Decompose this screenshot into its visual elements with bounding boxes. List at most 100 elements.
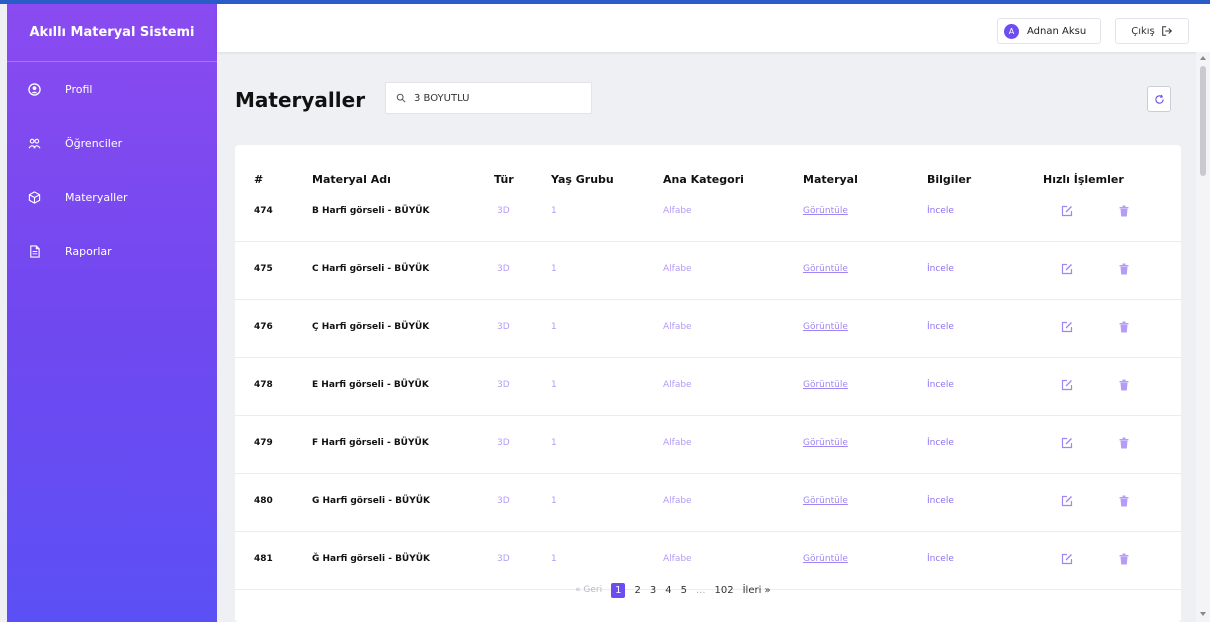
- avatar: A: [1004, 23, 1019, 39]
- delete-icon[interactable]: [1118, 205, 1130, 217]
- inspect-link[interactable]: İncele: [927, 322, 954, 332]
- cell-age-group: 1: [551, 206, 557, 216]
- cell-material-name: G Harfi görseli - BÜYÜK: [312, 496, 431, 506]
- sidebar-item-label: Öğrenciler: [65, 136, 123, 150]
- logout-button[interactable]: Çıkış: [1115, 18, 1189, 44]
- pagination-next[interactable]: İleri »: [743, 585, 771, 596]
- cell-material-name: C Harfi görseli - BÜYÜK: [312, 264, 430, 274]
- delete-icon[interactable]: [1118, 321, 1130, 333]
- sidebar: Akıllı Materyal Sistemi Profil Öğrencile…: [7, 4, 217, 622]
- inspect-link[interactable]: İncele: [927, 554, 954, 564]
- page-title: Materyaller: [235, 88, 366, 112]
- inspect-link[interactable]: İncele: [927, 438, 954, 448]
- scroll-up-arrow-icon[interactable]: [1200, 56, 1206, 60]
- user-circle-icon: [27, 82, 41, 96]
- pagination-ellipsis: ...: [695, 584, 706, 596]
- top-bar: A Adnan Aksu Çıkış: [217, 4, 1210, 52]
- page-scrollbar[interactable]: [1196, 52, 1210, 622]
- edit-icon[interactable]: [1061, 437, 1073, 449]
- pagination-prev[interactable]: « Geri: [575, 585, 602, 595]
- view-material-link[interactable]: Görüntüle: [803, 554, 848, 564]
- view-material-link[interactable]: Görüntüle: [803, 264, 848, 274]
- cell-type: 3D: [497, 206, 510, 216]
- pagination-page-5[interactable]: 5: [681, 585, 687, 596]
- delete-icon[interactable]: [1118, 379, 1130, 391]
- table-row: 474 B Harfi görseli - BÜYÜK 3D 1 Alfabe Görün…: [235, 184, 1181, 242]
- pagination-page-2[interactable]: 2: [634, 585, 640, 596]
- table-row: 479 F Harfi görseli - BÜYÜK 3D 1 Alfabe Görün…: [235, 416, 1181, 474]
- view-material-link[interactable]: Görüntüle: [803, 206, 848, 216]
- search-box[interactable]: [385, 82, 592, 114]
- scroll-down-arrow-icon[interactable]: [1200, 612, 1206, 616]
- table-row: 478 E Harfi görseli - BÜYÜK 3D 1 Alfabe Görün…: [235, 358, 1181, 416]
- inspect-link[interactable]: İncele: [927, 496, 954, 506]
- cell-id: 474: [254, 206, 273, 216]
- edit-icon[interactable]: [1061, 495, 1073, 507]
- view-material-link[interactable]: Görüntüle: [803, 496, 848, 506]
- cell-material-name: Ç Harfi görseli - BÜYÜK: [312, 322, 430, 332]
- cell-id: 475: [254, 264, 273, 274]
- view-material-link[interactable]: Görüntüle: [803, 322, 848, 332]
- refresh-icon: [1154, 94, 1164, 104]
- pagination-page-last[interactable]: 102: [715, 585, 734, 596]
- sidebar-item-materyaller[interactable]: Materyaller: [7, 170, 217, 224]
- pagination-page-1[interactable]: 1: [611, 582, 626, 598]
- cell-type: 3D: [497, 438, 510, 448]
- cell-category: Alfabe: [663, 322, 692, 332]
- cell-age-group: 1: [551, 554, 557, 564]
- cell-category: Alfabe: [663, 438, 692, 448]
- search-input[interactable]: [414, 92, 584, 104]
- cell-type: 3D: [497, 496, 510, 506]
- pagination-page-4[interactable]: 4: [665, 585, 671, 596]
- user-menu-button[interactable]: A Adnan Aksu: [997, 18, 1101, 44]
- document-icon: [27, 244, 41, 258]
- cell-type: 3D: [497, 380, 510, 390]
- sidebar-item-label: Profil: [65, 82, 93, 96]
- cell-id: 476: [254, 322, 273, 332]
- cell-id: 478: [254, 380, 273, 390]
- delete-icon[interactable]: [1118, 263, 1130, 275]
- inspect-link[interactable]: İncele: [927, 380, 954, 390]
- edit-icon[interactable]: [1061, 553, 1073, 565]
- inspect-link[interactable]: İncele: [927, 206, 954, 216]
- cell-type: 3D: [497, 322, 510, 332]
- cell-id: 481: [254, 554, 273, 564]
- cell-id: 480: [254, 496, 273, 506]
- delete-icon[interactable]: [1118, 495, 1130, 507]
- logout-icon: [1161, 26, 1172, 36]
- table-row: 475 C Harfi görseli - BÜYÜK 3D 1 Alfabe Görün…: [235, 242, 1181, 300]
- cell-material-name: F Harfi görseli - BÜYÜK: [312, 438, 429, 448]
- sidebar-item-label: Materyaller: [65, 190, 128, 204]
- edit-icon[interactable]: [1061, 263, 1073, 275]
- view-material-link[interactable]: Görüntüle: [803, 380, 848, 390]
- cell-type: 3D: [497, 554, 510, 564]
- edit-icon[interactable]: [1061, 205, 1073, 217]
- cell-age-group: 1: [551, 496, 557, 506]
- delete-icon[interactable]: [1118, 553, 1130, 565]
- cell-id: 479: [254, 438, 273, 448]
- inspect-link[interactable]: İncele: [927, 264, 954, 274]
- scroll-thumb[interactable]: [1200, 66, 1206, 176]
- cell-category: Alfabe: [663, 206, 692, 216]
- table-row: 476 Ç Harfi görseli - BÜYÜK 3D 1 Alfabe Görün…: [235, 300, 1181, 358]
- pagination: « Geri 1 2 3 4 5 ... 102 İleri »: [575, 582, 780, 598]
- delete-icon[interactable]: [1118, 437, 1130, 449]
- sidebar-item-raporlar[interactable]: Raporlar: [7, 224, 217, 278]
- cell-category: Alfabe: [663, 554, 692, 564]
- sidebar-item-ogrenciler[interactable]: Öğrenciler: [7, 116, 217, 170]
- pagination-page-3[interactable]: 3: [650, 585, 656, 596]
- view-material-link[interactable]: Görüntüle: [803, 438, 848, 448]
- materials-table-card: # Materyal Adı Tür Yaş Grubu Ana Kategor…: [235, 145, 1181, 622]
- app-title[interactable]: Akıllı Materyal Sistemi: [7, 4, 217, 62]
- users-icon: [27, 136, 41, 150]
- cell-age-group: 1: [551, 264, 557, 274]
- sidebar-item-profil[interactable]: Profil: [7, 62, 217, 116]
- edit-icon[interactable]: [1061, 379, 1073, 391]
- cell-age-group: 1: [551, 322, 557, 332]
- cell-age-group: 1: [551, 438, 557, 448]
- edit-icon[interactable]: [1061, 321, 1073, 333]
- table-row: 480 G Harfi görseli - BÜYÜK 3D 1 Alfabe Görün…: [235, 474, 1181, 532]
- cell-age-group: 1: [551, 380, 557, 390]
- refresh-button[interactable]: [1147, 86, 1171, 112]
- user-name: Adnan Aksu: [1027, 25, 1087, 37]
